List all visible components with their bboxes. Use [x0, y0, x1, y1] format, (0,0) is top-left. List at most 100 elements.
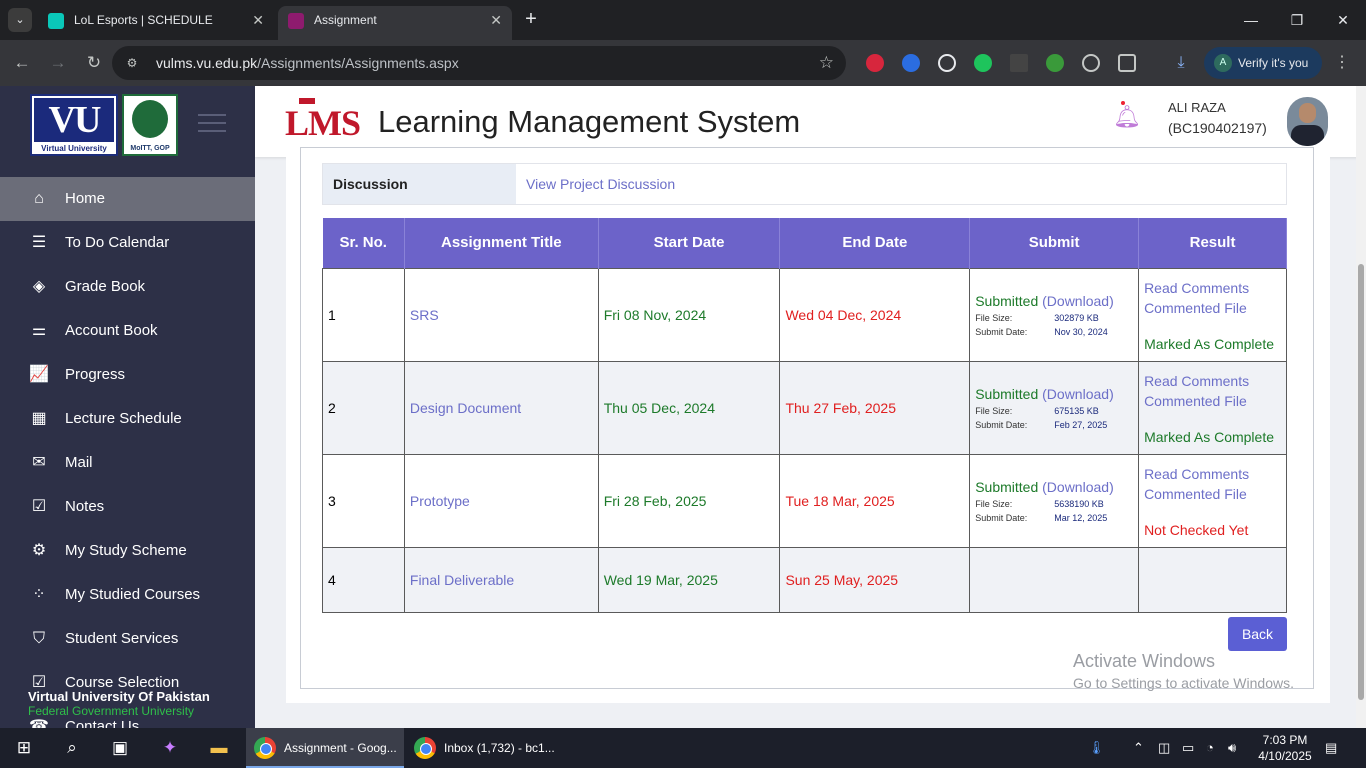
commented-file-link[interactable]: Commented File: [1144, 298, 1281, 318]
url-text[interactable]: vulms.vu.edu.pk/Assignments/Assignments.…: [156, 46, 459, 80]
result-cell: Read Comments Commented File Marked As C…: [1138, 360, 1287, 455]
sidebar-item-student-services[interactable]: ⛉ Student Services: [0, 617, 255, 661]
sidebar-item-grade-book[interactable]: ◈ Grade Book: [0, 265, 255, 309]
commented-file-link[interactable]: Commented File: [1144, 391, 1281, 411]
windows-taskbar: ⊞ ⌕ ▣ ✦ ▬ Assignment - Goog... Inbox (1,…: [0, 728, 1366, 768]
view-project-discussion-link[interactable]: View Project Discussion: [526, 164, 675, 204]
download-icon[interactable]: ⤓: [1172, 54, 1190, 72]
file-explorer-icon[interactable]: ▬: [207, 736, 231, 760]
browser-menu-icon[interactable]: ⋮: [1334, 52, 1350, 74]
scrollbar-thumb[interactable]: [1358, 264, 1364, 700]
submit-cell: Submitted (Download) File Size: 675135 KB…: [969, 360, 1140, 455]
sidebar-item-my-study-scheme[interactable]: ⚙ My Study Scheme: [0, 529, 255, 573]
search-icon[interactable]: ⌕: [60, 736, 84, 760]
verify-profile-button[interactable]: A Verify it's you: [1204, 47, 1322, 79]
gear-icon: ⚙: [31, 542, 47, 559]
forward-arrow-icon[interactable]: →: [47, 52, 69, 74]
read-comments-link[interactable]: Read Comments: [1144, 464, 1281, 484]
clock-date: 4/10/2025: [1258, 749, 1312, 763]
table-row: 3 Prototype Fri 28 Feb, 2025 Tue 18 Mar,…: [322, 453, 1287, 548]
download-link[interactable]: (Download): [1042, 293, 1114, 309]
bookmark-star-icon[interactable]: ☆: [819, 46, 834, 80]
sidebar-item-lecture-schedule[interactable]: ▦ Lecture Schedule: [0, 397, 255, 441]
sidebar-item-my-studied-courses[interactable]: ⁘ My Studied Courses: [0, 573, 255, 617]
battery-icon[interactable]: ▭: [1182, 728, 1194, 768]
volume-icon[interactable]: 🔊︎: [1228, 728, 1236, 768]
close-window-button[interactable]: ✕: [1320, 0, 1366, 40]
wifi-icon[interactable]: ◔: [1206, 728, 1214, 768]
sidebar-item-label: Lecture Schedule: [65, 410, 182, 427]
target-extension-icon[interactable]: [1082, 54, 1100, 72]
assignment-title-link[interactable]: Design Document: [403, 360, 599, 455]
back-button[interactable]: Back: [1228, 617, 1287, 651]
sidebar-item-label: Notes: [65, 498, 105, 515]
download-link[interactable]: (Download): [1042, 386, 1114, 402]
page-scrollbar[interactable]: [1356, 86, 1366, 728]
vu-logo[interactable]: VU Virtual University: [30, 94, 118, 156]
page-title: Learning Management System: [378, 104, 801, 139]
notification-bell-icon[interactable]: 🔔︎: [1113, 104, 1141, 130]
submit-date-label: Submit Date:: [975, 419, 1028, 430]
tab-assignment[interactable]: Assignment ✕: [278, 6, 512, 40]
sidebar-item-label: Grade Book: [65, 278, 146, 295]
sidebar-item-progress[interactable]: 📈 Progress: [0, 353, 255, 397]
sidebar-item-to-do-calendar[interactable]: ☰ To Do Calendar: [0, 221, 255, 265]
notifications-icon[interactable]: ▤: [1325, 728, 1337, 768]
minimize-button[interactable]: —: [1228, 0, 1274, 40]
copilot-icon[interactable]: ✦: [158, 736, 182, 760]
adblock-extension-icon[interactable]: [866, 54, 884, 72]
download-link[interactable]: (Download): [1042, 479, 1114, 495]
menu-toggle-icon[interactable]: [198, 114, 226, 138]
assignment-title-link[interactable]: Final Deliverable: [403, 546, 599, 613]
taskbar-app-inbox[interactable]: Inbox (1,732) - bc1...: [406, 728, 566, 768]
tab-search-button[interactable]: ⌄: [8, 8, 32, 32]
taskbar-app-assignment[interactable]: Assignment - Goog...: [246, 728, 404, 768]
assignment-title-link[interactable]: SRS: [403, 267, 599, 362]
result-status: Not Checked Yet: [1144, 521, 1249, 538]
pen-extension-icon[interactable]: [1010, 54, 1028, 72]
discussion-row: Discussion View Project Discussion: [322, 163, 1287, 205]
sidebar-item-label: Mail: [65, 454, 93, 471]
layers-icon: ◈: [32, 278, 46, 295]
assignment-title-link[interactable]: Prototype: [403, 453, 599, 548]
restore-button[interactable]: ❐: [1274, 0, 1320, 40]
temperature-icon[interactable]: 🌡︎: [1088, 728, 1105, 768]
commented-file-link[interactable]: Commented File: [1144, 484, 1281, 504]
sidebar-item-home[interactable]: ⌂ Home: [0, 177, 255, 221]
government-seal-logo: MoITT, GOP: [122, 94, 178, 156]
task-view-icon[interactable]: ▣: [108, 736, 132, 760]
grid-icon: ⁘: [32, 586, 46, 603]
system-clock[interactable]: 7:03 PM 4/10/2025: [1255, 732, 1315, 764]
submitted-status: Submitted: [975, 385, 1039, 402]
tab-lol-esports[interactable]: LoL Esports | SCHEDULE ✕: [38, 6, 274, 40]
table-row: 1 SRS Fri 08 Nov, 2024 Wed 04 Dec, 2024 …: [322, 267, 1287, 362]
sidebar-item-notes[interactable]: ☑ Notes: [0, 485, 255, 529]
back-arrow-icon[interactable]: ←: [11, 52, 33, 74]
sidebar-item-mail[interactable]: ✉ Mail: [0, 441, 255, 485]
lms-logo[interactable]: LMS: [285, 98, 361, 144]
new-tab-button[interactable]: +: [520, 8, 542, 30]
user-avatar[interactable]: [1287, 97, 1328, 146]
lol-esports-favicon-icon: [48, 13, 64, 29]
react-extension-icon[interactable]: [938, 54, 956, 72]
site-info-icon[interactable]: ⚙: [124, 55, 140, 71]
start-date: Fri 08 Nov, 2024: [597, 267, 781, 362]
address-bar[interactable]: ⚙ vulms.vu.edu.pk/Assignments/Assignment…: [112, 46, 846, 80]
file-size-label: File Size:: [975, 498, 1013, 509]
close-tab-icon[interactable]: ✕: [252, 6, 264, 34]
read-comments-link[interactable]: Read Comments: [1144, 278, 1281, 298]
checklist-icon: ☑: [31, 498, 47, 515]
audio-extension-icon[interactable]: [902, 54, 920, 72]
meet-now-icon[interactable]: ◫: [1158, 728, 1170, 768]
colorful-extension-icon[interactable]: [1046, 54, 1064, 72]
windows-start-icon[interactable]: ⊞: [12, 736, 36, 760]
show-hidden-icons-chevron-icon[interactable]: ⌃: [1133, 728, 1144, 768]
green-extension-icon[interactable]: [974, 54, 992, 72]
close-tab-icon[interactable]: ✕: [490, 6, 502, 34]
extensions-puzzle-icon[interactable]: [1118, 54, 1136, 72]
read-comments-link[interactable]: Read Comments: [1144, 371, 1281, 391]
sidebar-item-account-book[interactable]: ⚌ Account Book: [0, 309, 255, 353]
start-date: Fri 28 Feb, 2025: [597, 453, 781, 548]
calendar-icon: ▦: [31, 410, 47, 427]
reload-icon[interactable]: ↻: [83, 52, 105, 74]
